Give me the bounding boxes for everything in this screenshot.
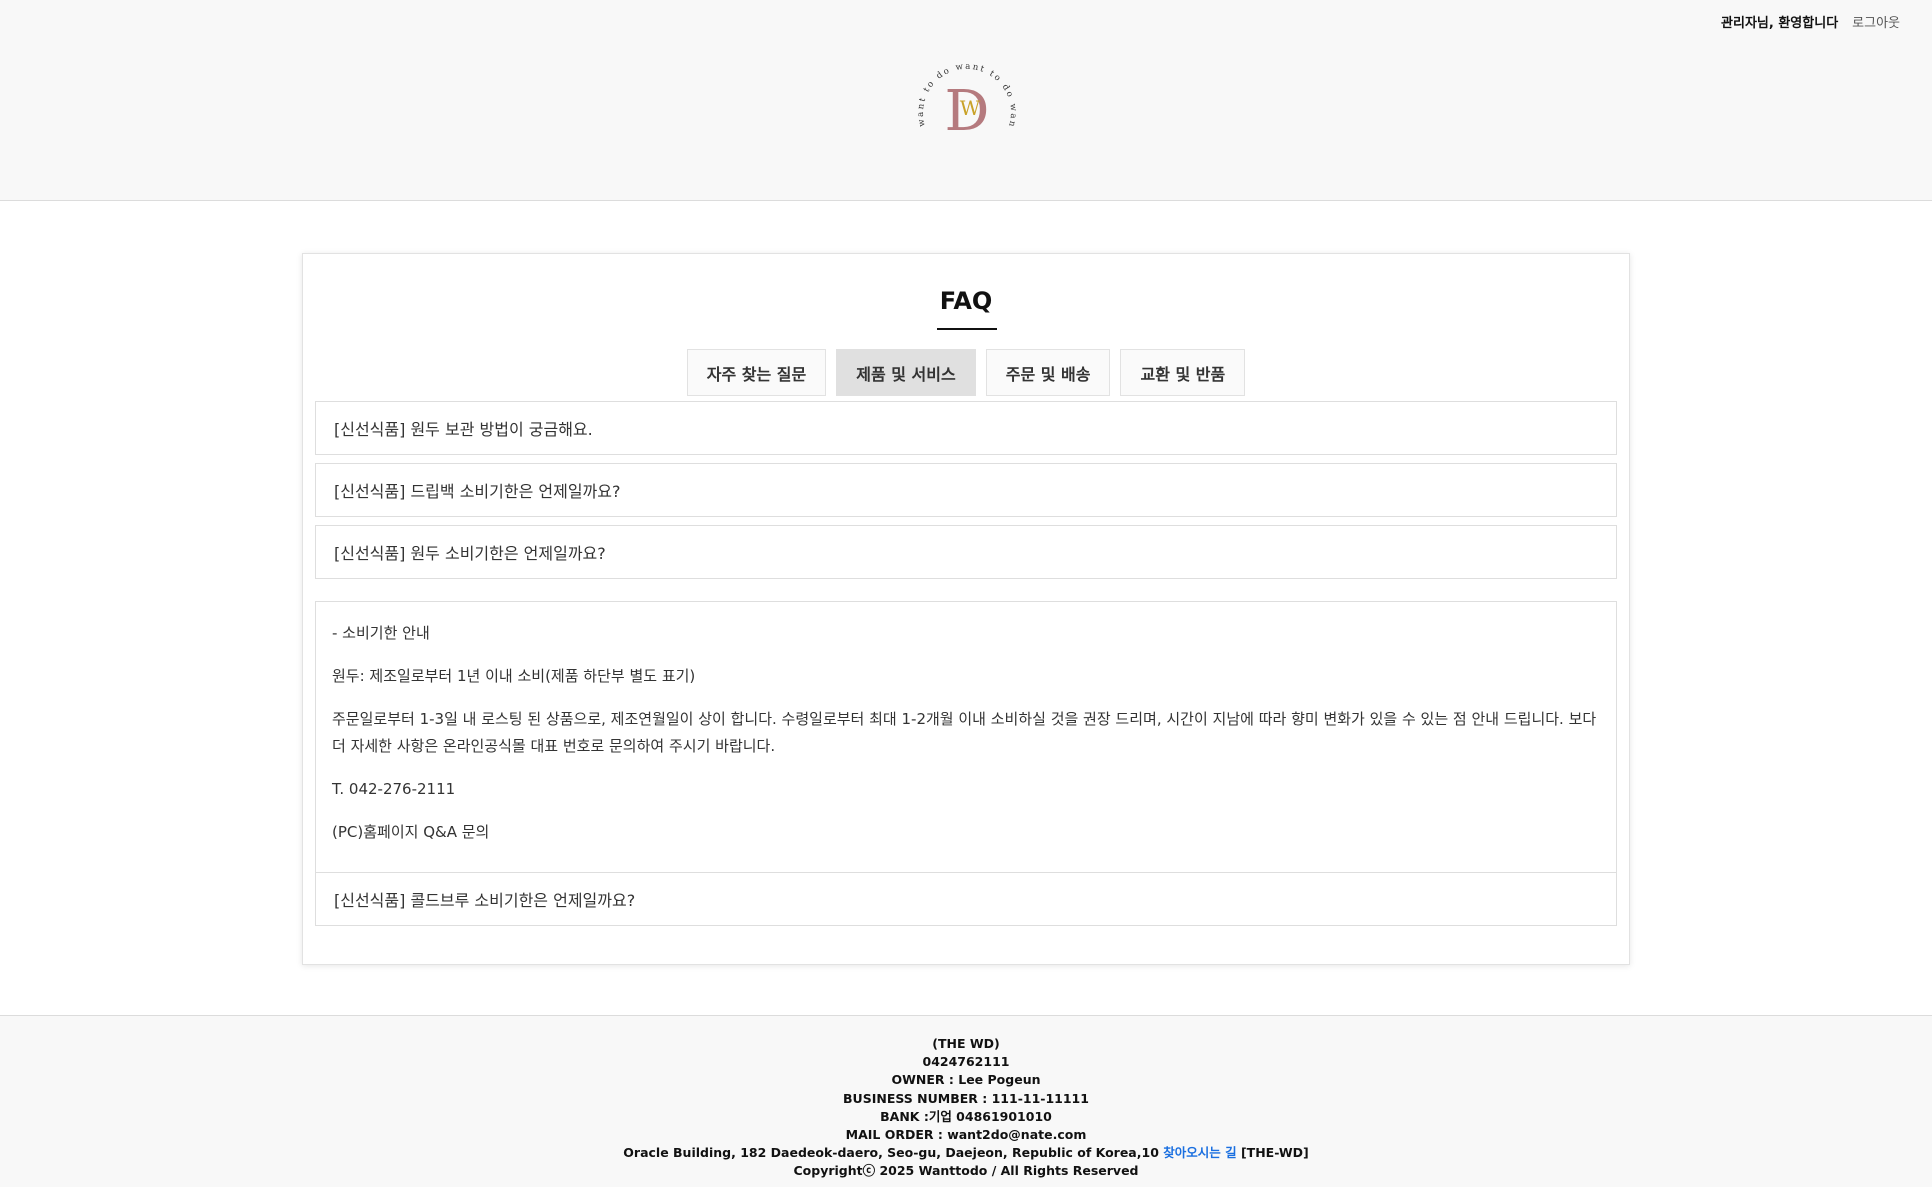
tab-faq[interactable]: 자주 찾는 질문 <box>686 349 827 396</box>
answer-phone: T. 042-276-2111 <box>332 780 456 798</box>
tab-products-services[interactable]: 제품 및 서비스 <box>836 349 976 396</box>
footer-address: Oracle Building, 182 Daedeok-daero, Seo-… <box>623 1145 1159 1161</box>
footer-bank: BANK :기업 04861901010 <box>880 1108 1052 1124</box>
footer-business-number: BUSINESS NUMBER : 111-11-11111 <box>843 1090 1089 1106</box>
faq-question-dripbag-expiry[interactable]: [신선식품] 드립백 소비기한은 언제일까요? <box>315 463 1617 517</box>
answer-heading: - 소비기한 안내 <box>332 624 430 642</box>
answer-line-bean: 원두: 제조일로부터 1년 이내 소비(제품 하단부 별도 표기) <box>332 667 696 685</box>
site-footer: (THE WD) 0424762111 OWNER : Lee Pogeun B… <box>0 1015 1932 1187</box>
faq-answer-panel: - 소비기한 안내 원두: 제조일로부터 1년 이내 소비(제품 하단부 별도 … <box>315 601 1617 879</box>
faq-question-bean-expiry[interactable]: [신선식품] 원두 소비기한은 언제일까요? <box>315 525 1617 579</box>
footer-address-line: Oracle Building, 182 Daedeok-daero, Seo-… <box>0 1144 1932 1162</box>
site-header: 관리자님, 환영합니다 로그아웃 want to do want to do w… <box>0 0 1932 201</box>
footer-brand-tag: [THE-WD] <box>1240 1145 1309 1161</box>
faq-tabs: 자주 찾는 질문 제품 및 서비스 주문 및 배송 교환 및 반품 <box>303 349 1629 396</box>
answer-qna: (PC)홈페이지 Q&A 문의 <box>332 823 490 841</box>
faq-card: FAQ 자주 찾는 질문 제품 및 서비스 주문 및 배송 교환 및 반품 [신… <box>302 253 1630 965</box>
directions-link[interactable]: 찾아오시는 길 <box>1163 1145 1236 1160</box>
logo-letter-w: W <box>960 96 981 120</box>
logout-link[interactable]: 로그아웃 <box>1852 12 1900 31</box>
user-area: 관리자님, 환영합니다 로그아웃 <box>1721 12 1900 31</box>
footer-mail: MAIL ORDER : want2do@nate.com <box>845 1127 1087 1143</box>
faq-question-bean-storage[interactable]: [신선식품] 원두 보관 방법이 궁금해요. <box>315 401 1617 455</box>
title-underline <box>937 328 997 330</box>
welcome-text: 관리자님, 환영합니다 <box>1721 16 1839 31</box>
answer-line-details: 주문일로부터 1-3일 내 로스팅 된 상품으로, 제조연월일이 상이 합니다.… <box>332 710 1597 755</box>
site-logo[interactable]: want to do want to do want to do D W <box>913 48 1021 140</box>
page-title: FAQ <box>939 287 993 315</box>
tab-orders-shipping[interactable]: 주문 및 배송 <box>985 349 1111 396</box>
footer-copyright: Copyrightⓒ 2025 Wanttodo / All Rights Re… <box>793 1163 1139 1179</box>
faq-question-coldbrew-expiry[interactable]: [신선식품] 콜드브루 소비기한은 언제일까요? <box>315 872 1617 926</box>
footer-owner: OWNER : Lee Pogeun <box>891 1072 1041 1088</box>
footer-phone: 0424762111 <box>922 1054 1010 1070</box>
tab-exchange-returns[interactable]: 교환 및 반품 <box>1120 349 1246 396</box>
footer-company: (THE WD) <box>932 1036 1000 1051</box>
